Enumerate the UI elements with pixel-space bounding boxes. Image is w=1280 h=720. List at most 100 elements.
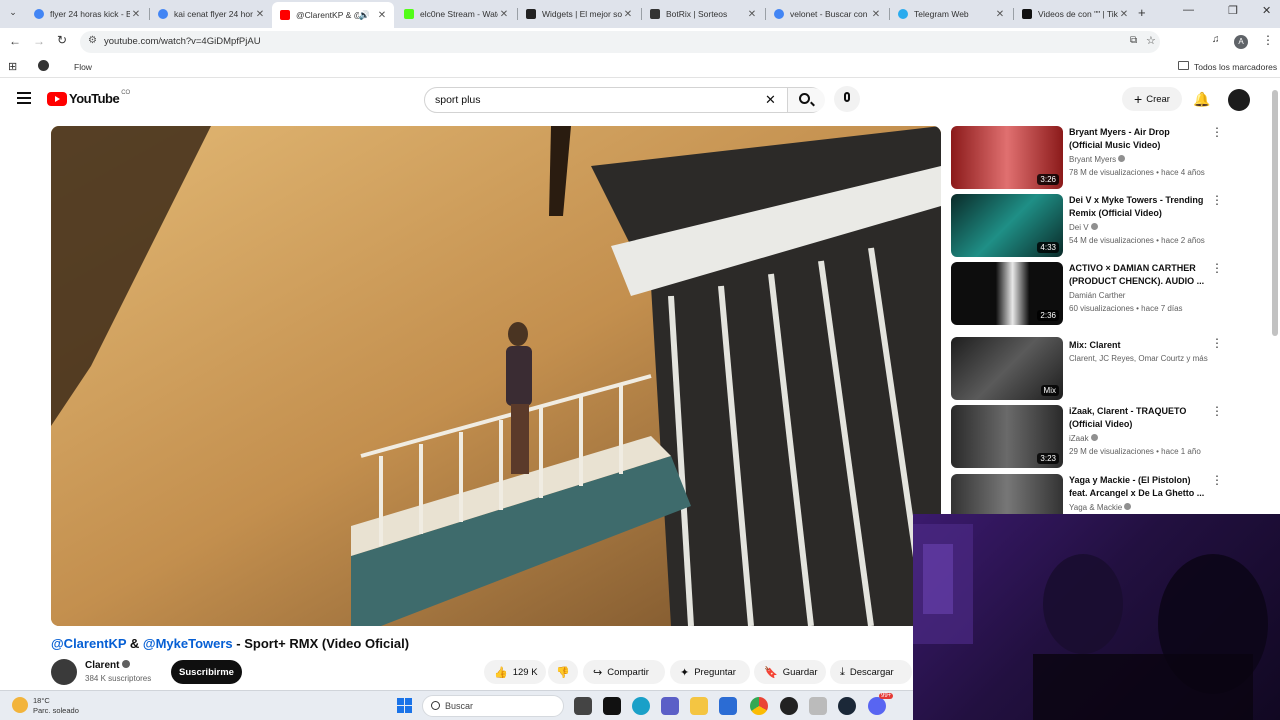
share-button[interactable]: ↪ Compartir xyxy=(583,660,665,684)
recommendation-channel[interactable]: iZaak xyxy=(1069,434,1098,443)
more-options-icon[interactable]: ⋮ xyxy=(1211,405,1223,417)
recommendation-title[interactable]: Yaga y Mackie - (El Pistolon) feat. Arca… xyxy=(1069,474,1205,500)
close-tab-icon[interactable]: ✕ xyxy=(622,9,634,20)
weather-condition[interactable]: Parc. soleado xyxy=(33,706,79,715)
recommendation-title[interactable]: iZaak, Clarent - TRAQUETO (Official Vide… xyxy=(1069,405,1205,431)
create-button[interactable]: + Crear xyxy=(1122,87,1182,111)
obs-app-icon[interactable] xyxy=(780,697,798,715)
youtube-logo[interactable]: YouTube CO xyxy=(47,90,130,106)
video-thumbnail[interactable] xyxy=(951,474,1063,514)
browser-tab[interactable]: velonet - Buscar con ✕ xyxy=(766,3,888,25)
more-options-icon[interactable]: ⋮ xyxy=(1211,194,1223,206)
recommendation-title[interactable]: Bryant Myers - Air Drop (Official Music … xyxy=(1069,126,1205,152)
address-bar[interactable]: ⚙ youtube.com/watch?v=4GiDMpfPjAU ⧉ ☆ xyxy=(80,31,1160,53)
app-icon[interactable] xyxy=(809,697,827,715)
minimize-window-button[interactable]: — xyxy=(1183,4,1194,16)
windows-start-icon[interactable] xyxy=(397,698,412,713)
search-box[interactable]: sport plus ✕ xyxy=(424,87,825,113)
search-button[interactable] xyxy=(787,88,825,112)
channel-avatar[interactable] xyxy=(51,659,77,685)
forward-arrow-icon[interactable]: → xyxy=(33,34,45,48)
tab-search-button[interactable]: ⌄ xyxy=(6,7,20,21)
media-controls-icon[interactable]: ♫ xyxy=(1212,34,1220,45)
more-options-icon[interactable]: ⋮ xyxy=(1211,126,1223,138)
install-app-icon[interactable]: ⧉ xyxy=(1130,35,1137,46)
video-player[interactable] xyxy=(51,126,941,626)
recommendation-title[interactable]: ACTIVO × DAMIAN CARTHER (PRODUCT CHENCK)… xyxy=(1069,262,1205,288)
recommendation-item[interactable]: 3:23 iZaak, Clarent - TRAQUETO (Official… xyxy=(951,405,1223,469)
browser-tab-active[interactable]: @ClarentKP & @ 🔊 ✕ xyxy=(272,2,394,28)
hamburger-menu-icon[interactable] xyxy=(17,92,31,104)
recommendation-channel[interactable]: Dei V xyxy=(1069,223,1098,232)
recommendation-channel[interactable]: Bryant Myers xyxy=(1069,155,1126,164)
browser-tab[interactable]: Telegram Web ✕ xyxy=(890,3,1012,25)
browser-tab[interactable]: Videos de con "" | Tik ✕ xyxy=(1014,3,1136,25)
mention-link[interactable]: @ClarentKP xyxy=(51,636,126,651)
chrome-app-icon[interactable] xyxy=(750,697,768,715)
close-tab-icon[interactable]: ✕ xyxy=(1118,9,1130,20)
bookmark-flow[interactable]: Flow xyxy=(74,62,92,72)
browser-tab[interactable]: BotRix | Sorteos ✕ xyxy=(642,3,764,25)
bookmark-star-icon[interactable]: ☆ xyxy=(1146,34,1156,47)
all-bookmarks-link[interactable]: Todos los marcadores xyxy=(1194,62,1277,72)
notifications-bell-icon[interactable]: 🔔 xyxy=(1193,91,1210,108)
browser-tab[interactable]: kai cenat flyer 24 hor ✕ xyxy=(150,3,272,25)
mention-link[interactable]: @MykeTowers xyxy=(143,636,233,651)
video-thumbnail[interactable]: 2:36 xyxy=(951,262,1063,325)
video-thumbnail[interactable]: 4:33 xyxy=(951,194,1063,257)
download-button[interactable]: ⤓ Descargar xyxy=(830,660,912,684)
recommendation-item[interactable]: 3:26 Bryant Myers - Air Drop (Official M… xyxy=(951,126,1223,190)
close-tab-icon[interactable]: ✕ xyxy=(746,9,758,20)
recommendation-channel[interactable]: Yaga & Mackie xyxy=(1069,503,1132,512)
clear-search-icon[interactable]: ✕ xyxy=(765,92,776,108)
apps-grid-icon[interactable]: ⊞ xyxy=(8,60,17,73)
more-options-icon[interactable]: ⋮ xyxy=(1211,474,1221,486)
more-options-icon[interactable]: ⋮ xyxy=(1211,337,1223,349)
save-button[interactable]: 🔖 Guardar xyxy=(754,660,826,684)
browser-tab[interactable]: flyer 24 horas kick - B ✕ xyxy=(26,3,148,25)
subscribe-button[interactable]: Suscribirme xyxy=(171,660,242,684)
close-tab-icon[interactable]: ✕ xyxy=(994,9,1006,20)
store-app-icon[interactable] xyxy=(719,697,737,715)
recommendation-item[interactable]: 2:36 ACTIVO × DAMIAN CARTHER (PRODUCT CH… xyxy=(951,262,1223,326)
close-tab-icon[interactable]: ✕ xyxy=(254,9,266,20)
more-options-icon[interactable]: ⋮ xyxy=(1211,262,1223,274)
url-text[interactable]: youtube.com/watch?v=4GiDMpfPjAU xyxy=(104,36,261,47)
close-tab-icon[interactable]: ✕ xyxy=(130,9,142,20)
taskbar-search[interactable]: Buscar xyxy=(422,695,564,717)
close-tab-icon[interactable]: ✕ xyxy=(376,10,388,21)
maximize-window-button[interactable]: ❐ xyxy=(1228,4,1238,17)
video-thumbnail[interactable]: 3:26 xyxy=(951,126,1063,189)
recommendation-item[interactable]: Yaga y Mackie - (El Pistolon) feat. Arca… xyxy=(951,474,1221,514)
edge-app-icon[interactable] xyxy=(632,697,650,715)
steam-app-icon[interactable] xyxy=(838,697,856,715)
file-explorer-icon[interactable] xyxy=(690,697,708,715)
discord-app-icon[interactable] xyxy=(868,697,886,715)
speaker-icon[interactable]: 🔊 xyxy=(359,10,370,21)
temperature[interactable]: 18°C xyxy=(33,696,50,705)
dislike-button[interactable]: 👎 xyxy=(548,660,578,684)
task-view-icon[interactable] xyxy=(574,697,592,715)
new-tab-button[interactable]: + xyxy=(1138,5,1146,20)
browser-menu-icon[interactable]: ⋮ xyxy=(1262,33,1274,47)
search-input[interactable]: sport plus xyxy=(435,94,481,106)
account-avatar[interactable] xyxy=(1228,89,1250,111)
profile-avatar[interactable]: A xyxy=(1234,35,1248,49)
like-button[interactable]: 👍 129 K xyxy=(484,660,546,684)
reload-icon[interactable]: ↻ xyxy=(57,33,67,47)
recommendation-channel[interactable]: Damián Carther xyxy=(1069,291,1125,300)
tiktok-app-icon[interactable] xyxy=(603,697,621,715)
recommendation-item[interactable]: Mix Mix: Clarent Clarent, JC Reyes, Omar… xyxy=(951,337,1223,401)
ask-button[interactable]: ✦ Preguntar xyxy=(670,660,750,684)
browser-tab[interactable]: Widgets | El mejor so ✕ xyxy=(518,3,640,25)
page-scrollbar[interactable] xyxy=(1272,90,1278,336)
recommendation-title[interactable]: Dei V x Myke Towers - Trending Remix (Of… xyxy=(1069,194,1205,220)
close-tab-icon[interactable]: ✕ xyxy=(498,9,510,20)
recommendation-item[interactable]: 4:33 Dei V x Myke Towers - Trending Remi… xyxy=(951,194,1223,258)
back-arrow-icon[interactable]: ← xyxy=(9,34,21,48)
close-window-button[interactable]: ✕ xyxy=(1262,4,1271,17)
teams-app-icon[interactable] xyxy=(661,697,679,715)
channel-name[interactable]: Clarent xyxy=(85,660,131,671)
mix-thumbnail[interactable]: Mix xyxy=(951,337,1063,400)
video-thumbnail[interactable]: 3:23 xyxy=(951,405,1063,468)
